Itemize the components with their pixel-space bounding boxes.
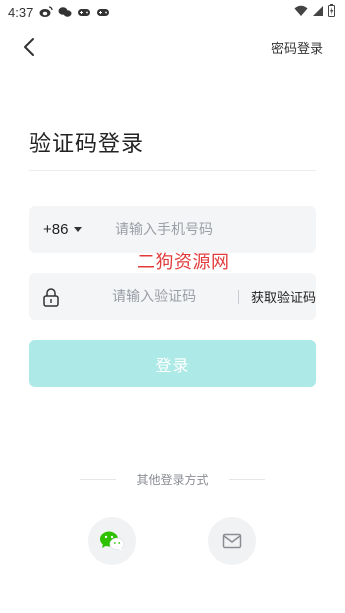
other-login-label: 其他登录方式 — [136, 473, 209, 487]
mail-icon — [222, 533, 242, 549]
email-login-button[interactable] — [208, 517, 256, 565]
title-divider — [29, 170, 316, 171]
gamepad-icon — [78, 9, 91, 16]
status-system-icons — [294, 4, 335, 17]
wechat-icon — [100, 531, 125, 551]
wechat-login-button[interactable] — [88, 517, 136, 565]
wifi-icon — [294, 5, 308, 16]
watermark-text: 二狗资源网 — [137, 252, 230, 273]
code-input[interactable] — [112, 273, 233, 320]
chevron-left-icon — [24, 38, 34, 56]
verification-code-field: 获取验证码 — [29, 273, 316, 320]
country-code-selector[interactable]: +86 — [29, 221, 109, 238]
other-login-methods: 其他登录方式 — [80, 471, 265, 488]
phone-field: +86 — [29, 206, 316, 253]
lock-icon — [41, 286, 60, 308]
status-time: 4:37 — [8, 4, 34, 20]
get-code-button[interactable]: 获取验证码 — [251, 287, 316, 306]
login-button[interactable]: 登录 — [29, 340, 316, 387]
weibo-icon — [39, 6, 53, 17]
caret-down-icon — [74, 227, 83, 232]
divider-left — [80, 479, 116, 480]
gamepad-icon — [97, 9, 110, 16]
country-code-value: +86 — [43, 221, 69, 238]
signal-icon — [313, 5, 323, 16]
wechat-small-icon — [58, 7, 72, 17]
status-notification-icons — [39, 6, 110, 18]
password-login-link[interactable]: 密码登录 — [271, 38, 323, 57]
battery-icon — [328, 4, 335, 17]
page-title: 验证码登录 — [29, 132, 145, 157]
code-divider — [238, 289, 239, 304]
back-button[interactable] — [16, 34, 42, 60]
divider-right — [228, 479, 265, 480]
status-bar: 4:37 — [0, 0, 345, 24]
phone-input[interactable] — [109, 206, 316, 253]
